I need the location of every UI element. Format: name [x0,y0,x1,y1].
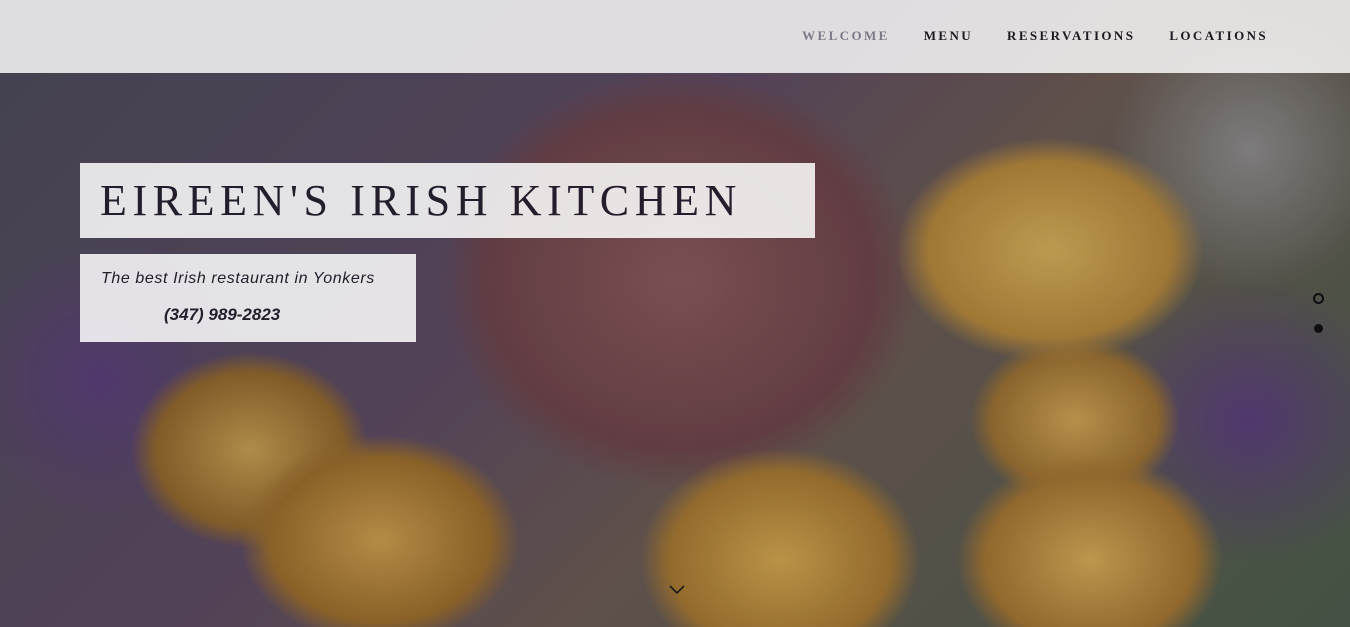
hero-section: WELCOME MENU RESERVATIONS LOCATIONS EIRE… [0,0,1350,627]
nav-menu[interactable]: MENU [924,28,973,44]
slide-dot-1[interactable] [1313,293,1324,304]
main-nav: WELCOME MENU RESERVATIONS LOCATIONS [768,28,1268,44]
nav-welcome[interactable]: WELCOME [802,28,890,44]
tagline: The best Irish restaurant in Yonkers [101,270,375,287]
title-panel: EIREEN'S IRISH KITCHEN [80,163,815,238]
nav-locations[interactable]: LOCATIONS [1169,28,1268,44]
restaurant-title: EIREEN'S IRISH KITCHEN [100,176,742,225]
top-navbar: WELCOME MENU RESERVATIONS LOCATIONS [0,0,1350,73]
info-panel: The best Irish restaurant in Yonkers (34… [80,254,416,342]
slider-pagination [1313,293,1324,333]
phone-number[interactable]: (347) 989-2823 [164,305,280,325]
slide-dot-2[interactable] [1314,324,1323,333]
nav-reservations[interactable]: RESERVATIONS [1007,28,1135,44]
chevron-down-icon[interactable] [668,584,686,596]
